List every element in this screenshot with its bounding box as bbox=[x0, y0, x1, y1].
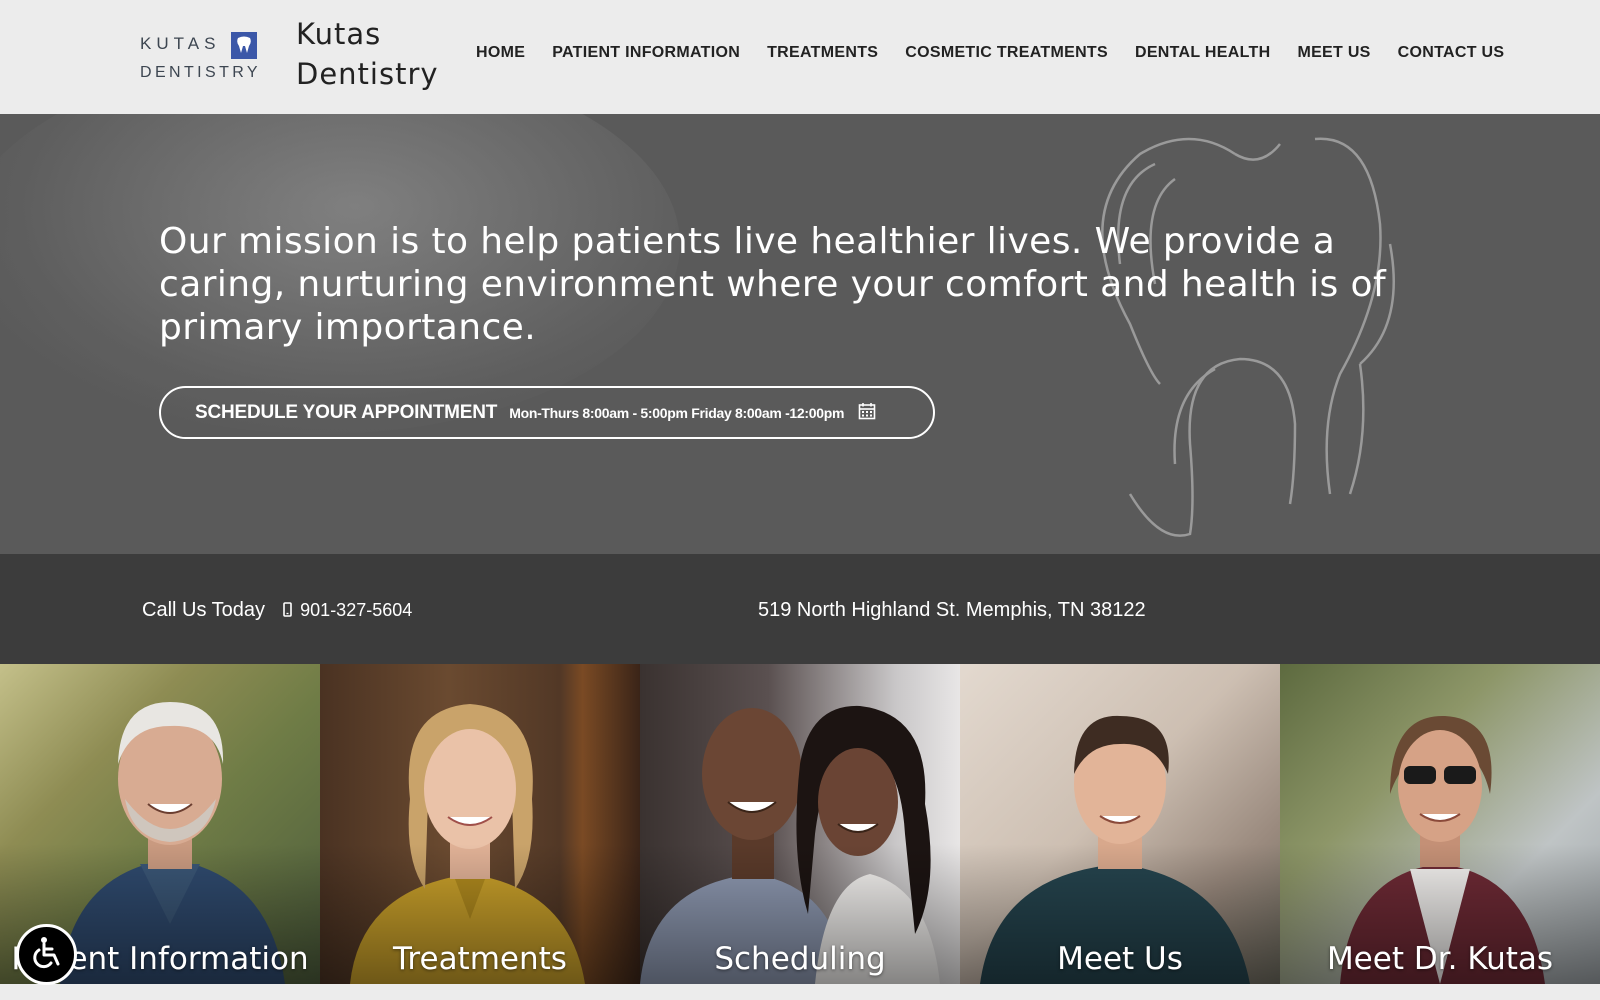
office-hours: Mon-Thurs 8:00am - 5:00pm Friday 8:00am … bbox=[509, 404, 845, 421]
tile-meet-us[interactable]: Meet Us bbox=[960, 664, 1280, 984]
nav-treatments[interactable]: TREATMENTS bbox=[767, 44, 878, 62]
site-header: KUTAS DENTISTRY Kutas Dentistry HOME PAT… bbox=[0, 0, 1600, 114]
nav-cosmetic-treatments[interactable]: COSMETIC TREATMENTS bbox=[905, 44, 1108, 62]
nav-meet-us[interactable]: MEET US bbox=[1297, 44, 1370, 62]
nav-contact-us[interactable]: CONTACT US bbox=[1398, 44, 1505, 62]
mission-statement: Our mission is to help patients live hea… bbox=[159, 221, 1387, 348]
kutas-logo[interactable]: KUTAS DENTISTRY bbox=[140, 31, 258, 83]
logo-wordmark-bottom: DENTISTRY bbox=[140, 64, 261, 81]
feature-tiles: Patient Information Treatments Schedulin… bbox=[0, 664, 1600, 984]
tile-scheduling[interactable]: Scheduling bbox=[640, 664, 960, 984]
tile-treatments[interactable]: Treatments bbox=[320, 664, 640, 984]
nav-dental-health[interactable]: DENTAL HEALTH bbox=[1135, 44, 1270, 62]
schedule-appointment-button[interactable]: SCHEDULE YOUR APPOINTMENT Mon-Thurs 8:00… bbox=[159, 386, 935, 439]
calendar-icon bbox=[858, 402, 876, 424]
schedule-appointment-label: SCHEDULE YOUR APPOINTMENT bbox=[195, 401, 498, 423]
main-nav: HOME PATIENT INFORMATION TREATMENTS COSM… bbox=[476, 44, 1531, 62]
tile-meet-dr-kutas[interactable]: Meet Dr. Kutas bbox=[1280, 664, 1600, 984]
office-address[interactable]: 519 North Highland St. Memphis, TN 38122 bbox=[758, 599, 1146, 622]
mobile-phone-icon bbox=[282, 600, 292, 623]
tile-label: Meet Dr. Kutas bbox=[1326, 941, 1554, 977]
wheelchair-icon bbox=[29, 935, 65, 975]
tooth-logo-icon bbox=[231, 32, 257, 59]
nav-patient-information[interactable]: PATIENT INFORMATION bbox=[552, 44, 740, 62]
phone-number-link[interactable]: 901-327-5604 bbox=[300, 600, 412, 620]
logo-wordmark-top: KUTAS bbox=[140, 34, 221, 53]
call-us-label: Call Us Today bbox=[142, 599, 266, 621]
call-us: Call Us Today 901-327-5604 bbox=[142, 599, 412, 623]
site-name[interactable]: Kutas Dentistry bbox=[296, 14, 446, 94]
tile-label: Meet Us bbox=[1057, 941, 1183, 977]
contact-info-bar: Call Us Today 901-327-5604 519 North Hig… bbox=[0, 554, 1600, 664]
accessibility-button[interactable] bbox=[16, 924, 77, 985]
tile-label: Treatments bbox=[393, 941, 567, 977]
nav-home[interactable]: HOME bbox=[476, 44, 525, 62]
hero-banner: Our mission is to help patients live hea… bbox=[0, 114, 1600, 554]
tile-label: Scheduling bbox=[714, 941, 886, 977]
